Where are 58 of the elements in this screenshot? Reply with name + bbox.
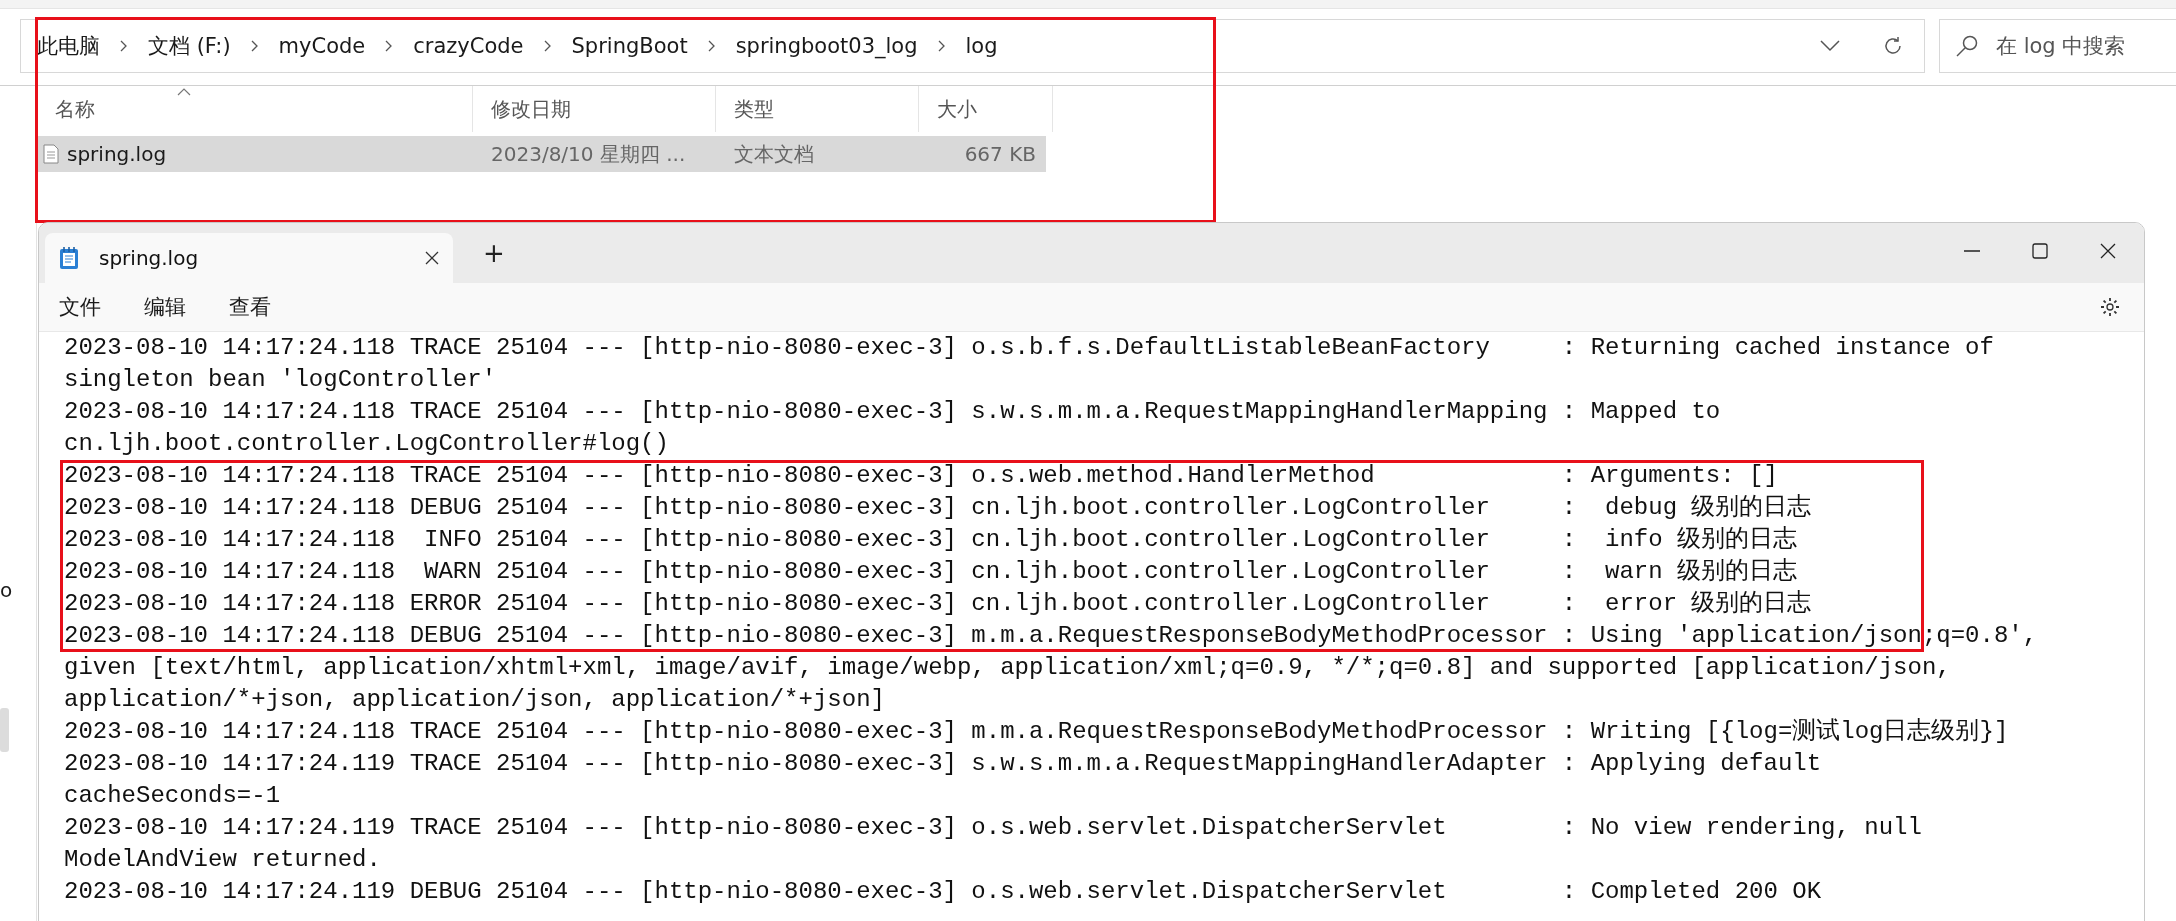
tab[interactable]: spring.log (45, 233, 453, 283)
log-line: 2023-08-10 14:17:24.118 TRACE 25104 --- [http-nio-8080-exec-3] m.m.a.RequestResponseBodyMethodProcessor : Writing [{log=测试log日志级别}] (64, 717, 2009, 747)
breadcrumb-item[interactable]: log (965, 34, 998, 58)
breadcrumb-item[interactable]: 文档 (F:) (148, 32, 231, 60)
notepad-icon (59, 246, 79, 270)
log-line: 2023-08-10 14:17:24.118 ERROR 25104 --- [http-nio-8080-exec-3] cn.ljh.boot.controller.LogController : error 级别的日志 (64, 589, 1812, 619)
log-line: given [text/html, application/xhtml+xml, image/avif, image/webp, application/xml;q=0.9, */*;q=0.8] and supported [application/json, (64, 653, 1951, 683)
chevron-icon (385, 40, 394, 52)
log-line: 2023-08-10 14:17:24.118 TRACE 25104 --- [http-nio-8080-exec-3] s.w.s.m.m.a.RequestMappingHandlerMapping : Mapped to (64, 397, 1721, 427)
file-size: 667 KB (963, 142, 1037, 166)
log-line: 2023-08-10 14:17:24.118 TRACE 25104 --- [http-nio-8080-exec-3] o.s.web.method.HandlerMethod : Arguments: [] (64, 461, 1778, 491)
breadcrumb-item[interactable]: crazyCode (413, 34, 524, 58)
log-line: 2023-08-10 14:17:24.118 WARN 25104 --- [http-nio-8080-exec-3] cn.ljh.boot.controller.LogController : warn 级别的日志 (64, 557, 1798, 587)
sort-caret-icon (177, 88, 191, 96)
maximize-icon[interactable] (2030, 241, 2050, 261)
chevron-icon (543, 40, 552, 52)
chevron-icon (707, 40, 716, 52)
log-line: cacheSeconds=-1 (64, 781, 281, 811)
search-icon (1955, 34, 1979, 58)
breadcrumb-item[interactable]: 此电脑 (37, 32, 100, 60)
log-line: 2023-08-10 14:17:24.119 TRACE 25104 --- [http-nio-8080-exec-3] o.s.web.servlet.DispatcherServlet : No view rendering, null (64, 813, 1922, 843)
breadcrumb-item[interactable]: SpringBoot (571, 34, 688, 58)
log-line: 2023-08-10 14:17:24.118 DEBUG 25104 --- [http-nio-8080-exec-3] cn.ljh.boot.controller.LogController : debug 级别的日志 (64, 493, 1812, 523)
column-header[interactable]: 类型 (716, 86, 919, 132)
log-line: 2023-08-10 14:17:24.119 TRACE 25104 --- [http-nio-8080-exec-3] s.w.s.m.m.a.RequestMappingHandlerAdapter : Applying default (64, 749, 1822, 779)
file-row[interactable]: spring.log 2023/8/10 星期四 ... 文本文档 667 KB (37, 136, 1046, 172)
file-date: 2023/8/10 星期四 ... (490, 140, 687, 168)
file-type: 文本文档 (733, 140, 815, 168)
chevron-icon (250, 40, 259, 52)
log-line: application/*+json, application/json, application/*+json] (64, 685, 885, 715)
log-line: 2023-08-10 14:17:24.118 TRACE 25104 --- [http-nio-8080-exec-3] o.s.b.f.s.DefaultListableBeanFactory : Returning cached instance of (64, 333, 1994, 363)
close-icon[interactable] (425, 251, 439, 265)
refresh-icon[interactable] (1882, 35, 1904, 57)
menu-item[interactable]: 文件 (59, 293, 101, 321)
dropdown-icon[interactable] (1820, 40, 1840, 52)
column-header[interactable]: 名称 (37, 86, 473, 132)
breadcrumb-item[interactable]: myCode (278, 34, 366, 58)
log-line: cn.ljh.boot.controller.LogController#log() (64, 429, 669, 459)
column-header[interactable]: 修改日期 (473, 86, 716, 132)
chevron-icon (937, 40, 946, 52)
text-file-icon (43, 144, 59, 164)
menu-item[interactable]: 查看 (229, 293, 271, 321)
close-icon[interactable] (2098, 241, 2118, 261)
new-tab-button[interactable]: + (483, 238, 505, 268)
scrollbar-thumb[interactable] (0, 708, 9, 752)
chevron-icon (120, 40, 128, 52)
log-line: ModelAndView returned. (64, 845, 381, 875)
address-bar[interactable]: 此电脑 文档 (F:) myCode crazyCode SpringBoot springboot03_log log (20, 19, 1925, 73)
breadcrumb-item[interactable]: springboot03_log (735, 34, 918, 58)
log-line: 2023-08-10 14:17:24.118 INFO 25104 --- [http-nio-8080-exec-3] cn.ljh.boot.controller.LogController : info 级别的日志 (64, 525, 1798, 555)
settings-icon[interactable] (2099, 296, 2121, 318)
menu-item[interactable]: 编辑 (144, 293, 186, 321)
column-header[interactable]: 大小 (919, 86, 1053, 132)
log-line: singleton bean 'logController' (64, 365, 497, 395)
sidebar-item[interactable]: o (0, 578, 13, 602)
file-name: spring.log (67, 142, 167, 166)
search-field[interactable]: 在 log 中搜索 (1939, 19, 2176, 73)
log-line: 2023-08-10 14:17:24.119 DEBUG 25104 --- [http-nio-8080-exec-3] o.s.web.servlet.DispatcherServlet : Completed 200 OK (64, 877, 1822, 907)
